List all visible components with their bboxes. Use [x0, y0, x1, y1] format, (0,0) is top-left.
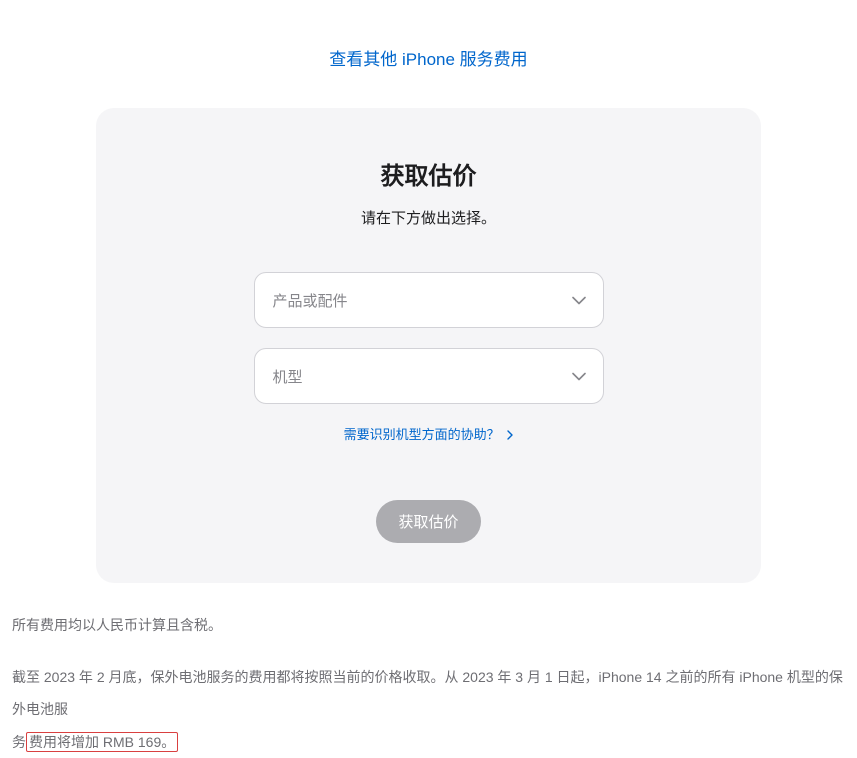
chevron-down-icon [572, 368, 586, 385]
product-select-placeholder: 产品或配件 [273, 290, 348, 311]
model-select[interactable]: 机型 [254, 348, 604, 404]
model-select-wrap: 机型 [254, 348, 604, 404]
disclaimer-line-2: 截至 2023 年 2 月底，保外电池服务的费用都将按照当前的价格收取。从 20… [12, 661, 845, 758]
other-services-link[interactable]: 查看其他 iPhone 服务费用 [329, 50, 527, 69]
disclaimer: 所有费用均以人民币计算且含税。 截至 2023 年 2 月底，保外电池服务的费用… [10, 609, 847, 758]
card-title: 获取估价 [136, 156, 721, 191]
submit-wrap: 获取估价 [136, 500, 721, 543]
help-link-wrap: 需要识别机型方面的协助？ [136, 424, 721, 444]
other-services-link-wrap: 查看其他 iPhone 服务费用 [10, 45, 847, 70]
product-select-wrap: 产品或配件 [254, 272, 604, 328]
chevron-right-icon [507, 428, 513, 443]
chevron-down-icon [572, 292, 586, 309]
disclaimer-text-2a: 截至 2023 年 2 月底，保外电池服务的费用都将按照当前的价格收取。从 20… [12, 669, 843, 717]
estimate-card: 获取估价 请在下方做出选择。 产品或配件 机型 [96, 108, 761, 583]
help-link-label: 需要识别机型方面的协助？ [344, 427, 500, 442]
disclaimer-line-1: 所有费用均以人民币计算且含税。 [12, 609, 845, 641]
price-increase-highlight: 费用将增加 RMB 169。 [26, 732, 178, 752]
identify-model-help-link[interactable]: 需要识别机型方面的协助？ [344, 427, 514, 442]
disclaimer-text-2b-prefix: 务 [12, 734, 26, 750]
product-select[interactable]: 产品或配件 [254, 272, 604, 328]
model-select-placeholder: 机型 [273, 366, 303, 387]
get-estimate-button[interactable]: 获取估价 [376, 500, 480, 543]
card-subtitle: 请在下方做出选择。 [136, 207, 721, 228]
